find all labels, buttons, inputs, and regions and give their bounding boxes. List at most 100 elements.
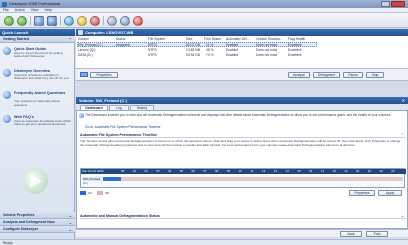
table-cell[interactable]: SW_Preload (C:) (78, 43, 103, 47)
stop-all-icon[interactable] (133, 15, 143, 26)
timeline-section-header[interactable]: Automatic File System Performance Timeli… (80, 133, 406, 138)
timeline-hour-label: 08 (215, 169, 219, 173)
pause-button[interactable]: Pause (343, 72, 363, 78)
menu-action[interactable]: Action (15, 8, 25, 12)
timeline-header: Sat 10 Oct 2009 00 01 02 03 04 05 06 07 08 09 10 11… (81, 169, 406, 174)
question-icon (3, 91, 11, 99)
col-size[interactable]: Size (186, 37, 192, 41)
menu-view[interactable]: View (31, 8, 39, 12)
analyze-icon[interactable] (64, 15, 74, 26)
overview-icon (3, 69, 11, 77)
faq-title[interactable]: Frequently Asked Questions (14, 91, 72, 95)
faq-desc: Your answers to frequently asked questio… (14, 99, 60, 107)
properties-button[interactable]: Properties (349, 190, 375, 196)
home-icon[interactable] (34, 15, 44, 26)
timeline-section-title: Automatic File System Performance Timeli… (80, 133, 158, 137)
analysis-section[interactable]: Analysis and Defragment Now ⌄ (0, 219, 75, 226)
col-file-system[interactable]: File System (148, 37, 165, 41)
computer-title: Computer: LENOVO7-WB (85, 30, 134, 35)
menu-file[interactable]: File (3, 8, 9, 12)
status-section-title: Automatic and Manual Defragmentation Sta… (80, 214, 160, 218)
apply-button[interactable]: Apply (378, 190, 402, 196)
timeline-row-label: SW_Preload (C:) (82, 177, 102, 185)
table-cell: Does not exist (256, 48, 277, 52)
timeline-hour-label: 04 (168, 169, 172, 173)
col-free-space[interactable]: Free Space (204, 37, 221, 41)
defragment-button[interactable]: Defragment (313, 72, 340, 78)
timeline-off-bar[interactable] (121, 177, 403, 181)
diskeeper-overview-desc: Overview of features available in Diskee… (14, 72, 70, 81)
volume-panel-title: Volume: SW_Preload (C:) (79, 98, 127, 103)
minimize-icon[interactable] (381, 1, 390, 7)
table-cell[interactable]: Lenovo (Q:) (78, 48, 95, 52)
close-icon[interactable] (391, 1, 405, 7)
timeline-hour-label: 12 (262, 169, 266, 173)
col-frag-health[interactable]: Frag Health (288, 37, 305, 41)
getting-started-label: Getting Started (3, 37, 29, 41)
volume-properties-section[interactable]: Volume Properties ⌄ (0, 212, 75, 219)
timeline-grid[interactable]: Sat 10 Oct 2009 00 01 02 03 04 05 06 07 08 09 10 11… (80, 168, 406, 188)
table-cell: NTFS (148, 53, 157, 57)
timeline-hour-label: 09 (226, 169, 231, 173)
chevron-up-icon[interactable]: ⌃ (69, 36, 72, 43)
stop-icon[interactable] (90, 15, 100, 26)
table-cell: Analyzed (116, 42, 130, 47)
chevron-up-icon[interactable]: ⌃ (401, 133, 404, 138)
table-cell: 74 % (206, 53, 214, 57)
timeline-hour-label: 03 (156, 169, 160, 173)
back-icon[interactable] (4, 15, 14, 26)
chevron-down-icon[interactable]: ⌄ (69, 219, 72, 226)
status-text: Ready (3, 240, 13, 245)
book-icon (3, 47, 11, 55)
dashboard-intro: The Dashboard enables you to view and se… (85, 113, 392, 117)
col-status[interactable]: Status (116, 37, 125, 41)
chevron-down-icon[interactable]: ⌄ (69, 212, 72, 219)
close-icon[interactable]: ✕ (402, 97, 405, 104)
chevron-down-icon[interactable]: ⌄ (401, 214, 404, 219)
table-cell: Excellent (288, 48, 302, 52)
defragment-icon[interactable] (47, 15, 57, 26)
configure-section[interactable]: Configure Diskeeper ⌄ (0, 226, 75, 233)
getting-started-header[interactable]: Getting Started ⌃ (0, 36, 75, 43)
volume-properties-label: Volume Properties (3, 213, 35, 217)
table-cell: Enabled (226, 42, 239, 47)
timeline-hour-label: 11 (250, 169, 254, 173)
timeline-hour-label: 14 (285, 169, 289, 173)
analyze-button[interactable]: Analyze (288, 72, 310, 78)
pause-icon[interactable] (77, 15, 87, 26)
arrow-decoration-icon (22, 168, 48, 194)
timeline-hour-label: 01 (132, 169, 137, 173)
col-volume[interactable]: Volume (78, 37, 89, 41)
timeline-hour-label: 22 (379, 169, 383, 173)
table-cell: Does not exist (256, 53, 277, 57)
stop-button[interactable]: Stop (366, 72, 384, 78)
table-cell: 11 % (206, 42, 214, 47)
dashboard-pane: The Dashboard enables you to view and se… (76, 110, 408, 229)
col-volume-shadow[interactable]: Volume Shadow... (256, 37, 282, 41)
timeline-hour-label: 06 (191, 169, 195, 173)
quick-launch-header: Quick Launch (0, 29, 75, 36)
legend-button[interactable]: Properties (90, 72, 118, 78)
configure-label: Configure Diskeeper (3, 227, 39, 231)
help-icon[interactable] (120, 15, 130, 26)
print-button[interactable]: Print (366, 231, 388, 237)
goto-link[interactable]: Go to: Automatic File System Performance… (85, 125, 161, 129)
table-cell[interactable]: DATA (D:) (78, 53, 93, 57)
timeline-hour-label: 21 (367, 169, 372, 173)
legend-off-label: Off (105, 191, 110, 195)
save-button[interactable]: Save (340, 231, 362, 237)
timeline-hour-label: 02 (144, 169, 148, 173)
status-section-header[interactable]: Automatic and Manual Defragmentation Sta… (80, 214, 406, 219)
table-cell: Excellent (288, 42, 302, 47)
timeline-date: Sat 10 Oct 2009 (82, 169, 104, 173)
col-automatic-defrag[interactable]: Automatic Def... (226, 37, 249, 41)
menu-help[interactable]: Help (45, 8, 52, 12)
forward-icon[interactable] (17, 15, 27, 26)
timeline-on-bar[interactable] (103, 177, 121, 181)
timeline-hour-label: 07 (203, 169, 207, 173)
settings-icon[interactable] (107, 15, 117, 26)
legend-off-swatch (97, 191, 103, 195)
info-icon (79, 113, 84, 118)
timeline-description: The Timeline shows when Automatic Defrag… (80, 139, 401, 147)
chevron-down-icon[interactable]: ⌄ (69, 226, 72, 233)
